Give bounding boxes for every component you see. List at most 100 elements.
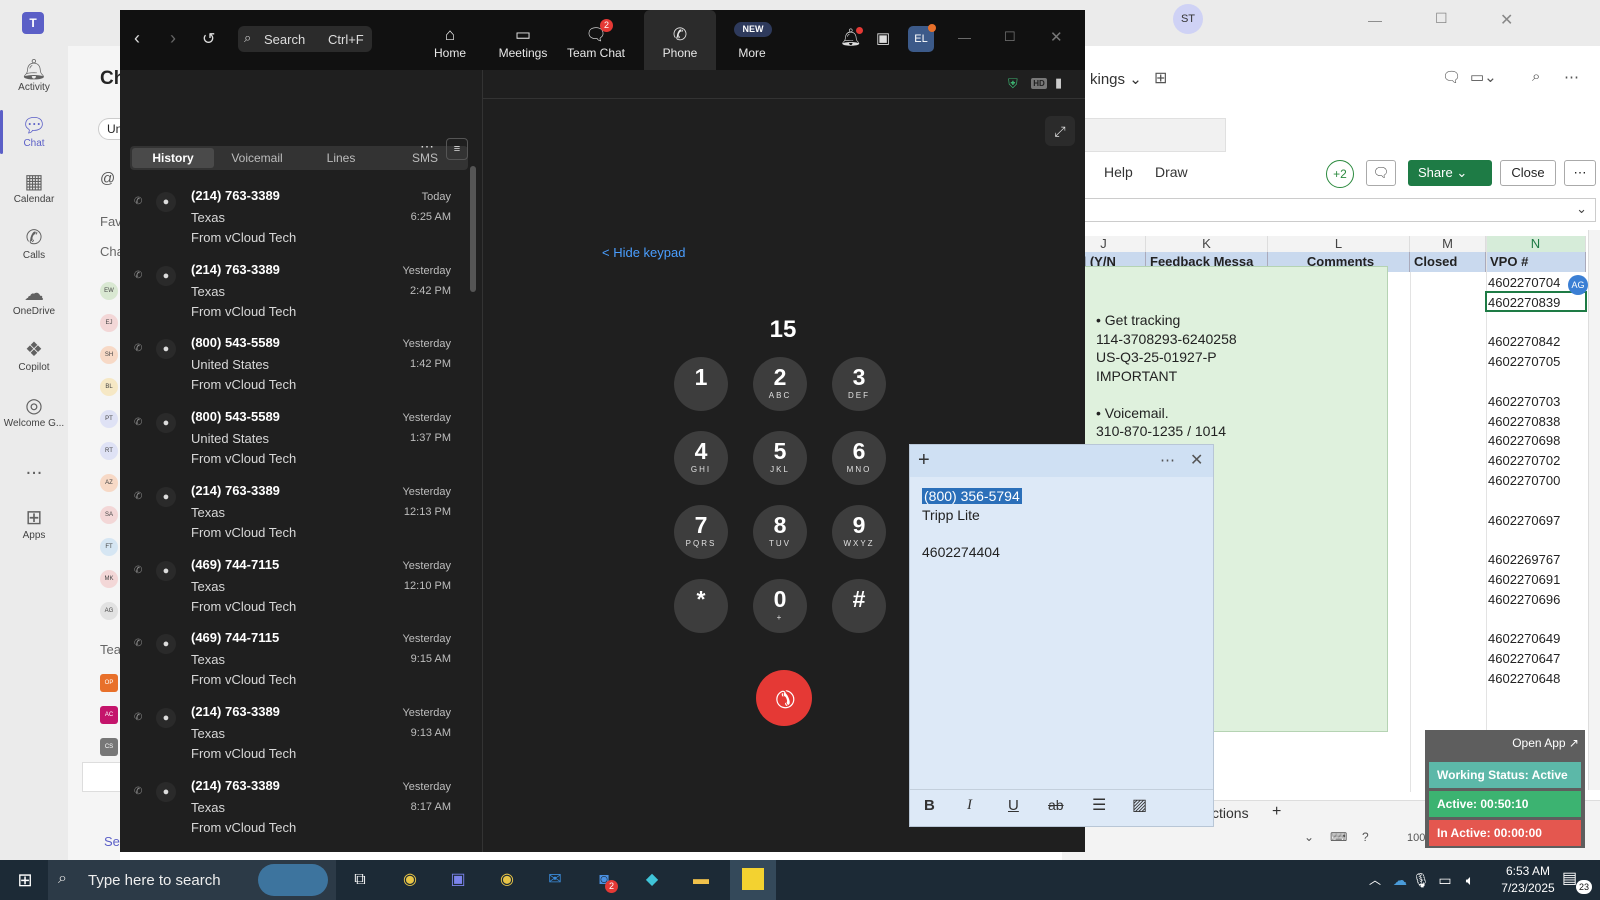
open-app-link[interactable]: Open App ↗ bbox=[1512, 736, 1579, 750]
chevron-down-icon[interactable]: ⌄ bbox=[1304, 830, 1314, 844]
column-letter-m[interactable]: M bbox=[1410, 236, 1486, 252]
vpo-cell[interactable]: 4602270698 bbox=[1486, 431, 1586, 450]
close-icon[interactable]: ✕ bbox=[1050, 28, 1063, 46]
rail-copilot[interactable]: ❖ Copilot bbox=[0, 338, 68, 373]
vpo-cell[interactable]: 4602270691 bbox=[1486, 570, 1586, 589]
call-history-row[interactable]: ✆ ● (214) 763-3389 Texas From vCloud Tech Yes… bbox=[120, 250, 465, 325]
vpo-cell[interactable]: 4602270702 bbox=[1486, 451, 1586, 470]
vpo-cell[interactable] bbox=[1486, 372, 1586, 391]
call-number[interactable]: (214) 763-3389 bbox=[191, 704, 280, 719]
call-history-row[interactable]: ✆ ● (469) 744-7115 Texas From vCloud Tech Yes… bbox=[120, 618, 465, 693]
avatar[interactable]: RT bbox=[100, 442, 118, 460]
bold-button[interactable]: B bbox=[924, 797, 935, 814]
outlook-icon[interactable]: ✉︎ bbox=[540, 866, 570, 894]
vpo-cell[interactable] bbox=[1486, 313, 1586, 332]
tab-voicemail[interactable]: Voicemail bbox=[216, 148, 298, 168]
column-letter-k[interactable]: K bbox=[1146, 236, 1268, 252]
task-view-icon[interactable]: ⧉ bbox=[345, 866, 375, 894]
taskbar-search[interactable]: ⌕ Type here to search bbox=[48, 860, 336, 900]
vertical-scrollbar[interactable] bbox=[1588, 230, 1600, 790]
sheet-tab[interactable]: ctions bbox=[1212, 805, 1249, 821]
note-body[interactable]: (800) 356-5794 Tripp Lite 4602274404 bbox=[922, 487, 1022, 561]
bullet-list-icon[interactable]: ☰ bbox=[1092, 795, 1106, 815]
vpo-cell[interactable] bbox=[1486, 530, 1586, 549]
tab-history[interactable]: History bbox=[132, 148, 214, 168]
video-call-icon[interactable]: ▭⌄ bbox=[1470, 68, 1497, 86]
team-avatar[interactable]: AC bbox=[100, 706, 118, 724]
back-icon[interactable]: ‹ bbox=[134, 28, 140, 49]
minimize-icon[interactable]: — bbox=[1368, 12, 1382, 28]
keypad-key[interactable]: 6 MNO bbox=[832, 431, 886, 485]
avatar[interactable]: EW bbox=[100, 282, 118, 300]
vpo-cell[interactable]: 4602270838 bbox=[1486, 412, 1586, 431]
tab-meetings[interactable]: ▭ Meetings bbox=[487, 10, 559, 70]
filter-icon[interactable]: ≡ bbox=[446, 138, 468, 160]
chrome-profile-icon[interactable]: ◉ bbox=[492, 866, 522, 894]
volume-icon[interactable]: 🔈︎ bbox=[1455, 866, 1485, 894]
rail-calls[interactable]: ✆ Calls bbox=[0, 226, 68, 261]
avatar[interactable]: EJ bbox=[100, 314, 118, 332]
zoom-app-icon[interactable]: ◙ 2 bbox=[589, 866, 619, 894]
chrome-icon[interactable]: ◉ bbox=[395, 866, 425, 894]
new-chat-box[interactable] bbox=[82, 762, 120, 792]
rail-activity[interactable]: 🔔︎ Activity bbox=[0, 58, 68, 93]
vpo-cell[interactable]: 4602270705 bbox=[1486, 352, 1586, 371]
minimize-icon[interactable]: — bbox=[958, 30, 971, 45]
call-number[interactable]: (214) 763-3389 bbox=[191, 262, 280, 277]
vpo-cell[interactable] bbox=[1486, 491, 1586, 510]
vpo-cell[interactable]: 4602270842 bbox=[1486, 332, 1586, 351]
maximize-icon[interactable]: ☐ bbox=[1435, 10, 1448, 27]
add-note-icon[interactable]: + bbox=[918, 449, 930, 472]
strikethrough-button[interactable]: ab bbox=[1048, 797, 1064, 813]
collaborators-count[interactable]: +2 bbox=[1326, 160, 1354, 188]
avatar[interactable]: SH bbox=[100, 346, 118, 364]
more-options-icon[interactable]: ⋯ bbox=[1160, 451, 1175, 469]
team-avatar[interactable]: OP bbox=[100, 674, 118, 692]
avatar[interactable]: MK bbox=[100, 570, 118, 588]
tab-lines[interactable]: Lines bbox=[300, 148, 382, 168]
call-number[interactable]: (800) 543-5589 bbox=[191, 409, 280, 424]
menu-draw[interactable]: Draw bbox=[1155, 164, 1188, 180]
menu-help[interactable]: Help bbox=[1104, 164, 1133, 180]
rail-welcome[interactable]: ◎ Welcome G... bbox=[0, 394, 68, 429]
keypad-key[interactable]: 2 ABC bbox=[753, 357, 807, 411]
rail-more[interactable]: ... bbox=[0, 456, 68, 480]
vpo-cell[interactable] bbox=[1486, 610, 1586, 629]
dial-display[interactable]: 15 bbox=[743, 316, 823, 344]
sticky-notes-taskbar-item[interactable] bbox=[730, 860, 776, 900]
rail-apps[interactable]: ⊞ Apps bbox=[0, 506, 68, 541]
comments-icon[interactable]: 🗨︎ bbox=[1366, 160, 1396, 186]
windows-start-icon[interactable]: ⊞ bbox=[10, 866, 40, 894]
add-sheet-icon[interactable]: + bbox=[1272, 803, 1281, 821]
italic-button[interactable]: I bbox=[967, 797, 972, 814]
keypad-key[interactable]: 9 WXYZ bbox=[832, 505, 886, 559]
close-button[interactable]: Close bbox=[1500, 160, 1556, 186]
avatar[interactable]: AZ bbox=[100, 474, 118, 492]
unread-filter[interactable]: Un bbox=[98, 118, 122, 140]
chat-icon[interactable]: 🗨︎ bbox=[1442, 68, 1461, 86]
vpo-cell[interactable]: 4602269767 bbox=[1486, 550, 1586, 569]
keypad-key[interactable]: 1 bbox=[674, 357, 728, 411]
vpn-icon[interactable]: ◆ bbox=[637, 866, 667, 894]
chat-tab-title[interactable]: kings ⌄ bbox=[1090, 70, 1142, 88]
call-number[interactable]: (214) 763-3389 bbox=[191, 483, 280, 498]
rail-chat[interactable]: 💬︎ Chat bbox=[0, 114, 68, 149]
vpo-cell[interactable]: 4602270703 bbox=[1486, 392, 1586, 411]
clock-time[interactable]: 6:53 AM bbox=[1488, 864, 1568, 878]
keypad-key[interactable]: 5 JKL bbox=[753, 431, 807, 485]
rail-onedrive[interactable]: ☁︎ OneDrive bbox=[0, 282, 68, 317]
more-options-icon[interactable]: ⋯ bbox=[420, 138, 434, 155]
history-scrollbar[interactable] bbox=[470, 166, 476, 292]
maximize-icon[interactable]: ☐ bbox=[1004, 29, 1016, 45]
share-button[interactable]: Share ⌄ bbox=[1408, 160, 1492, 186]
call-number[interactable]: (469) 744-7115 bbox=[191, 557, 279, 572]
call-history-row[interactable]: ✆ ● (800) 543-5589 United States From vCloud… bbox=[120, 323, 465, 398]
more-options-icon[interactable]: ⋯ bbox=[1564, 68, 1579, 86]
clock-date[interactable]: 7/23/2025 bbox=[1488, 881, 1568, 895]
mentions-item[interactable]: @ bbox=[100, 170, 115, 187]
rail-calendar[interactable]: ▦ Calendar bbox=[0, 170, 68, 205]
vpo-cell[interactable]: 4602270649 bbox=[1486, 629, 1586, 648]
close-icon[interactable]: ✕ bbox=[1190, 450, 1203, 470]
call-number[interactable]: (214) 763-3389 bbox=[191, 188, 280, 203]
hide-keypad-link[interactable]: < Hide keypad bbox=[602, 245, 685, 260]
